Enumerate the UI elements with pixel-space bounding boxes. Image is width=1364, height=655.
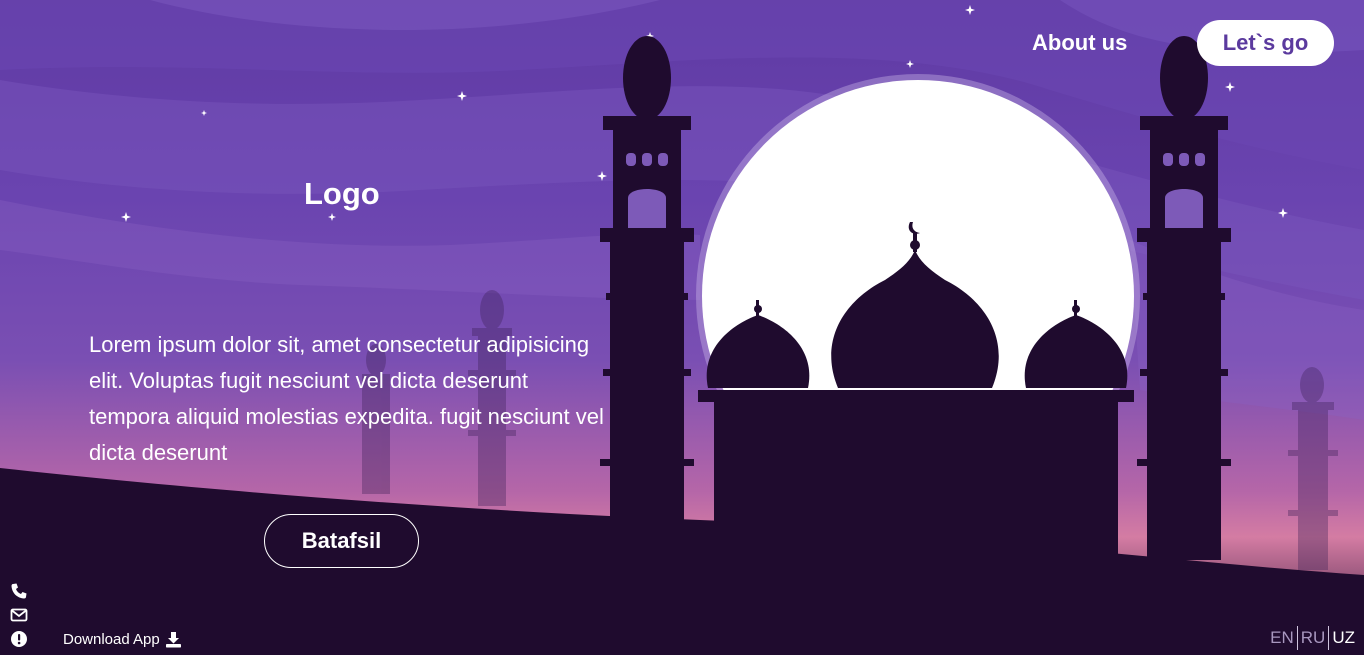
- lang-en[interactable]: EN: [1267, 628, 1297, 648]
- lang-uz[interactable]: UZ: [1329, 628, 1358, 648]
- envelope-icon[interactable]: [10, 606, 28, 624]
- download-app-label: Download App: [63, 631, 160, 648]
- lets-go-button[interactable]: Let`s go: [1197, 20, 1334, 66]
- nav-about-link[interactable]: About us: [1032, 30, 1127, 56]
- phone-icon[interactable]: [10, 582, 28, 600]
- hero-description: Lorem ipsum dolor sit, amet consectetur …: [89, 332, 604, 465]
- contact-icons: [10, 582, 28, 654]
- alert-icon[interactable]: [10, 630, 28, 648]
- language-switcher: EN RU UZ: [1267, 626, 1358, 650]
- hero-section: About us Let`s go Logo Lorem ipsum dolor…: [0, 0, 1364, 655]
- lang-ru[interactable]: RU: [1298, 628, 1329, 648]
- site-logo[interactable]: Logo: [304, 176, 380, 212]
- download-icon: [165, 632, 181, 648]
- download-app-link[interactable]: Download App: [63, 631, 182, 648]
- batafsil-button[interactable]: Batafsil: [264, 514, 419, 568]
